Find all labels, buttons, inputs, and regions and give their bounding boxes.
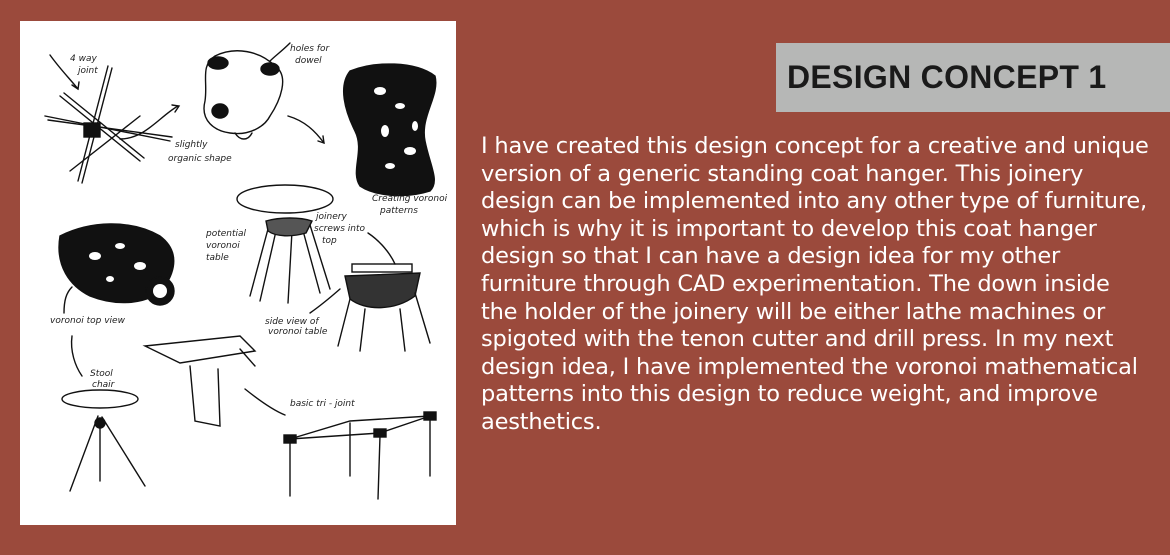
sketch-label-voronoi-table: voronoi table	[268, 327, 328, 337]
voronoi-top-view-sketch	[58, 223, 175, 306]
concept-sketch-panel: 4 way joint holes for dowel slightly org…	[20, 21, 456, 525]
organic-joint-sketch	[203, 50, 284, 140]
sketch-label-side-view-of: side view of	[265, 317, 320, 327]
sketch-label-slightly: slightly	[175, 140, 208, 150]
sketch-label-patterns: patterns	[379, 206, 418, 216]
title-banner: DESIGN CONCEPT 1	[776, 43, 1170, 112]
sketch-label-creating-voronoi: Creating voronoi	[372, 194, 448, 204]
sketch-label-stool: Stool	[90, 369, 113, 379]
sketch-label-organic-shape: organic shape	[168, 154, 232, 164]
tri-joint-box-sketch	[142, 335, 257, 427]
voronoi-joint-sketch	[343, 63, 437, 197]
sketch-label-potential: potential	[205, 229, 247, 239]
page-title: DESIGN CONCEPT 1	[787, 59, 1107, 95]
sketch-label-screws-into: screws into	[314, 224, 366, 234]
potential-voronoi-table-sketch	[236, 184, 334, 304]
stool-chair-sketch	[61, 389, 146, 492]
sketch-label-joinery: joinery	[314, 212, 347, 222]
sketch-label-voronoi-top-view: voronoi top view	[50, 316, 126, 326]
basic-tri-joint-sketch	[283, 411, 437, 500]
sketch-label-basic-tri-joint: basic tri - joint	[290, 399, 355, 409]
side-view-voronoi-table-sketch	[337, 263, 431, 352]
concept-sketches: 4 way joint holes for dowel slightly org…	[44, 42, 448, 500]
sketch-label-voronoi: voronoi	[206, 241, 240, 251]
sketch-label-top: top	[322, 236, 337, 246]
sketch-label-four-way: 4 way	[70, 54, 97, 64]
sketch-label-holes-for: holes for	[290, 44, 330, 54]
sketch-label-table: table	[206, 253, 229, 263]
sketch-label-chair: chair	[92, 380, 116, 390]
sketch-label-joint: joint	[76, 66, 98, 76]
sketch-label-dowel: dowel	[295, 56, 322, 66]
concept-description: I have created this design concept for a…	[481, 133, 1149, 435]
